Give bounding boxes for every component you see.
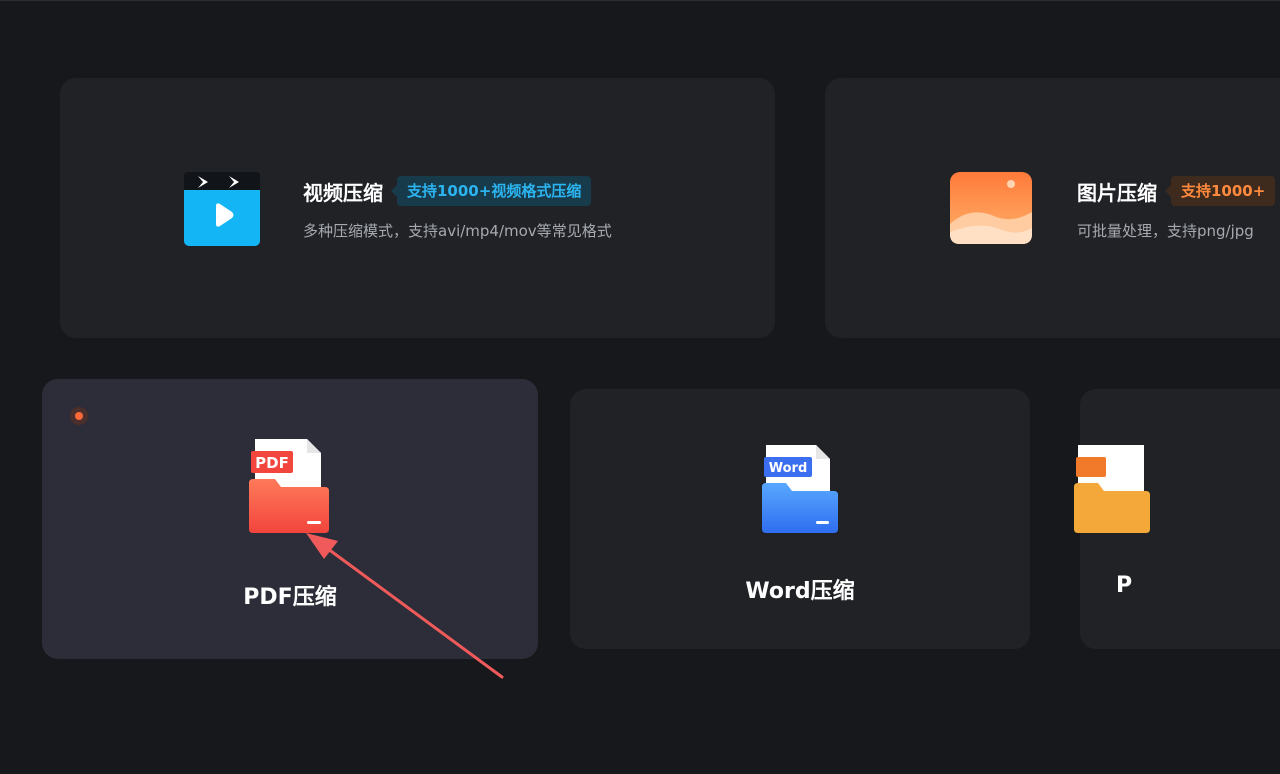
image-compress-card[interactable]: 图片压缩 支持1000+ 可批量处理，支持png/jpg bbox=[825, 78, 1280, 338]
pdf-compress-card[interactable]: PDF PDF压缩 bbox=[42, 379, 538, 659]
app-stage: 视频压缩 支持1000+视频格式压缩 多种压缩模式，支持avi/mp4/mov等… bbox=[0, 0, 1280, 774]
word-compress-card[interactable]: Word Word压缩 bbox=[570, 389, 1030, 649]
image-compress-desc: 可批量处理，支持png/jpg bbox=[1077, 222, 1254, 240]
new-indicator-dot bbox=[70, 407, 88, 425]
video-compress-desc: 多种压缩模式，支持avi/mp4/mov等常见格式 bbox=[303, 222, 612, 240]
image-format-badge: 支持1000+ bbox=[1164, 176, 1276, 206]
svg-text:PDF: PDF bbox=[255, 454, 289, 472]
pdf-compress-label: PDF压缩 bbox=[243, 585, 337, 610]
image-compress-title: 图片压缩 bbox=[1077, 180, 1157, 205]
video-compress-title: 视频压缩 bbox=[303, 180, 383, 205]
svg-text:Word: Word bbox=[769, 461, 808, 476]
ppt-folder-icon bbox=[1072, 443, 1152, 539]
video-clapper-icon bbox=[182, 172, 262, 250]
ppt-compress-label: P bbox=[1115, 573, 1133, 598]
video-format-badge: 支持1000+视频格式压缩 bbox=[390, 176, 592, 206]
image-landscape-icon bbox=[950, 172, 1032, 248]
pdf-folder-icon: PDF bbox=[247, 437, 331, 539]
video-compress-card[interactable]: 视频压缩 支持1000+视频格式压缩 多种压缩模式，支持avi/mp4/mov等… bbox=[60, 78, 775, 338]
word-folder-icon: Word bbox=[760, 443, 840, 539]
ppt-compress-card[interactable]: P bbox=[1074, 389, 1280, 649]
